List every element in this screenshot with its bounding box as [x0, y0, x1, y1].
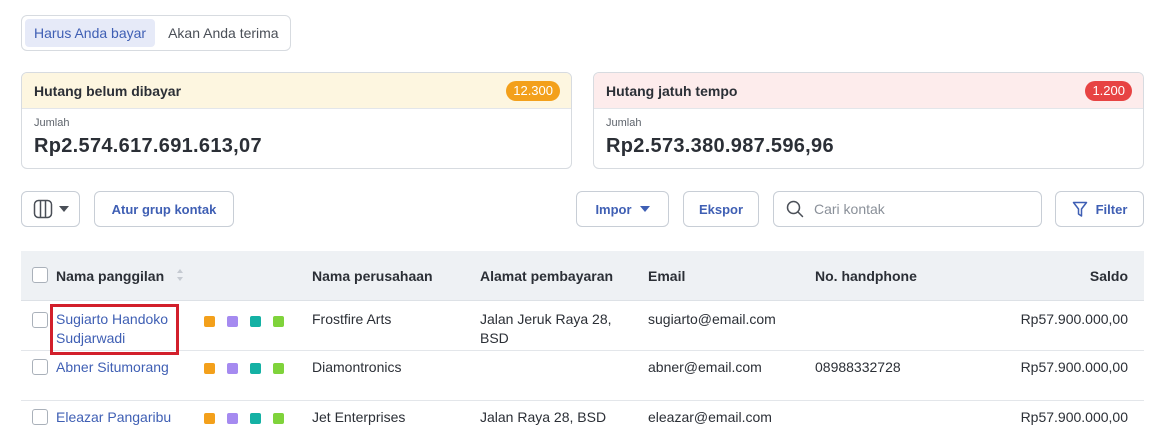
table-row[interactable]: Sugiarto Handoko Sudjarwadi Frostfire Ar… — [21, 301, 1144, 351]
saldo-cell: Rp57.900.000,00 — [1020, 311, 1128, 327]
email-cell: sugiarto@email.com — [648, 311, 776, 327]
company-cell: Frostfire Arts — [312, 311, 392, 327]
overdue-debt-header: Hutang jatuh tempo 1.200 — [594, 73, 1143, 109]
company-cell: Diamontronics — [312, 359, 402, 375]
overdue-debt-amount: Rp2.573.380.987.596,96 — [606, 135, 834, 157]
filter-label: Filter — [1095, 201, 1128, 217]
import-label: Impor — [595, 201, 632, 217]
sort-icon[interactable] — [176, 268, 184, 282]
tag-orange — [204, 363, 215, 374]
tag-purple — [227, 413, 238, 424]
table-header: Nama panggilan Nama perusahaan Alamat pe… — [21, 251, 1144, 301]
unpaid-debt-count-badge: 12.300 — [506, 80, 560, 101]
select-all-checkbox[interactable] — [32, 267, 48, 283]
filter-button[interactable]: Filter — [1055, 191, 1144, 227]
address-cell: Jalan Raya 28, BSD — [480, 409, 607, 425]
tag-green — [273, 413, 284, 424]
email-cell: eleazar@email.com — [648, 409, 772, 425]
chevron-down-icon — [639, 206, 650, 212]
company-cell: Jet Enterprises — [312, 409, 406, 425]
tag-green — [273, 316, 284, 327]
header-no-handphone: No. handphone — [815, 268, 917, 284]
tag-purple — [227, 363, 238, 374]
email-cell: abner@email.com — [648, 359, 762, 375]
chevron-down-icon — [58, 206, 69, 212]
filter-icon — [1072, 201, 1087, 217]
contact-name-link[interactable]: Eleazar Pangaribu — [56, 408, 171, 427]
overdue-debt-card: Hutang jatuh tempo 1.200 Jumlah Rp2.573.… — [593, 72, 1144, 169]
address-line-1: Jalan Jeruk Raya 28, — [480, 311, 612, 327]
manage-contact-group-button[interactable]: Atur grup kontak — [94, 191, 234, 227]
tag-green — [273, 363, 284, 374]
tab-akan-anda-terima[interactable]: Akan Anda terima — [159, 19, 288, 47]
row-checkbox[interactable] — [32, 312, 48, 328]
payable-receivable-toggle: Harus Anda bayar Akan Anda terima — [21, 15, 291, 51]
row-checkbox[interactable] — [32, 359, 48, 375]
contact-name-link[interactable]: Abner Situmorang — [56, 358, 169, 377]
phone-cell: 08988332728 — [815, 359, 901, 375]
unpaid-debt-card: Hutang belum dibayar 12.300 Jumlah Rp2.5… — [21, 72, 572, 169]
overdue-debt-amount-label: Jumlah — [606, 117, 642, 129]
tag-purple — [227, 316, 238, 327]
unpaid-debt-title: Hutang belum dibayar — [34, 82, 182, 99]
table-row[interactable]: Abner Situmorang Diamontronics abner@ema… — [21, 351, 1144, 401]
row-checkbox[interactable] — [32, 409, 48, 425]
tag-teal — [250, 413, 261, 424]
tag-teal — [250, 363, 261, 374]
header-nama-panggilan[interactable]: Nama panggilan — [56, 268, 164, 284]
address-line-2: BSD — [480, 330, 509, 346]
search-icon — [786, 200, 804, 218]
header-alamat-pembayaran: Alamat pembayaran — [480, 268, 614, 284]
tag-orange — [204, 413, 215, 424]
overdue-debt-title: Hutang jatuh tempo — [606, 82, 738, 99]
header-email: Email — [648, 268, 686, 284]
export-button[interactable]: Ekspor — [683, 191, 759, 227]
saldo-cell: Rp57.900.000,00 — [1020, 409, 1128, 425]
overdue-debt-count-badge: 1.200 — [1085, 80, 1132, 101]
tab-harus-anda-bayar[interactable]: Harus Anda bayar — [25, 19, 156, 47]
header-nama-perusahaan: Nama perusahaan — [312, 268, 433, 284]
contact-search — [773, 191, 1042, 227]
column-toggle-button[interactable] — [21, 191, 80, 227]
tag-orange — [204, 316, 215, 327]
unpaid-debt-amount: Rp2.574.617.691.613,07 — [34, 135, 262, 157]
import-button[interactable]: Impor — [576, 191, 669, 227]
tag-teal — [250, 316, 261, 327]
unpaid-debt-header: Hutang belum dibayar 12.300 — [22, 73, 571, 109]
unpaid-debt-amount-label: Jumlah — [34, 117, 70, 129]
table-row[interactable]: Eleazar Pangaribu Jet Enterprises Jalan … — [21, 401, 1144, 445]
highlight-box — [50, 304, 179, 355]
header-saldo: Saldo — [1089, 268, 1128, 284]
saldo-cell: Rp57.900.000,00 — [1020, 359, 1128, 375]
search-input[interactable] — [814, 201, 1024, 217]
columns-icon — [33, 199, 52, 219]
address-cell: Jalan Jeruk Raya 28, BSD — [480, 310, 612, 348]
